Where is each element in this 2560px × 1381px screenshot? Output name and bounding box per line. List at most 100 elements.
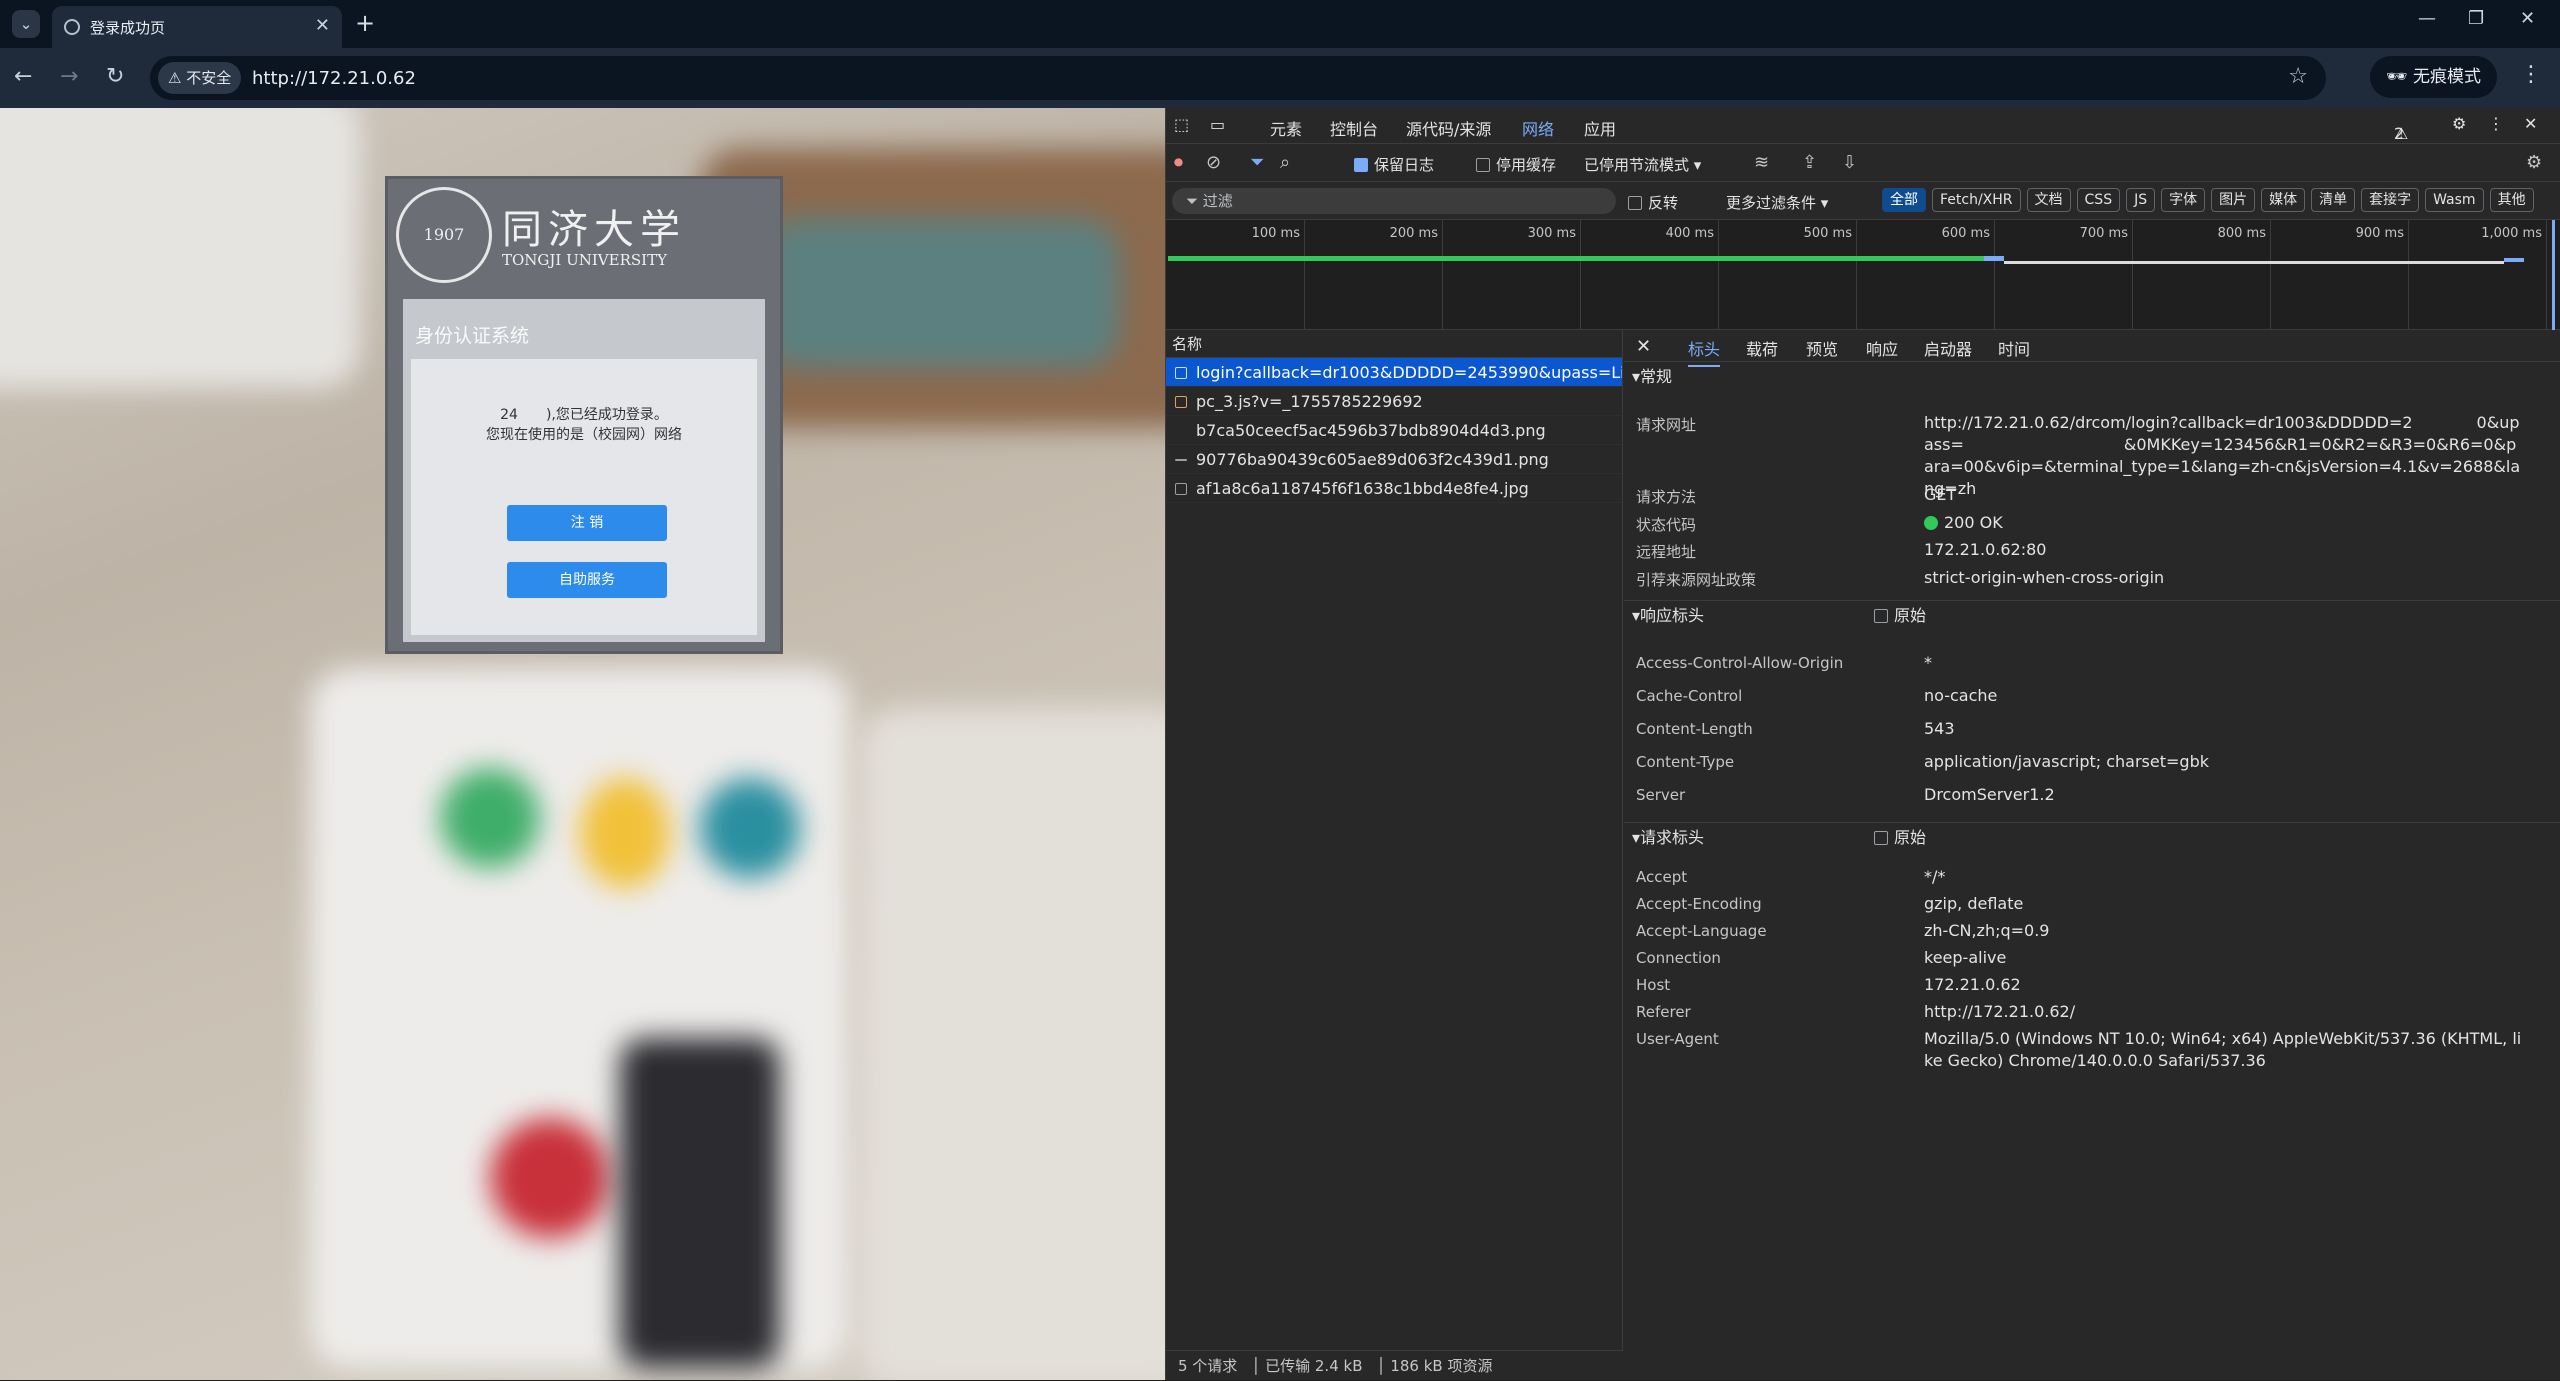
request-name: login?callback=dr1003&DDDDD=2453990&upas… — [1196, 363, 1622, 382]
detail-tab-timing[interactable]: 时间 — [1998, 336, 2030, 360]
type-filter-css[interactable]: CSS — [2076, 188, 2121, 212]
reload-icon[interactable]: ↻ — [106, 64, 124, 89]
bookmark-star-icon[interactable]: ☆ — [2288, 64, 2308, 89]
preserve-log-checkbox[interactable] — [1354, 158, 1368, 172]
name-column-header[interactable]: 名称 — [1166, 330, 1622, 358]
forward-icon[interactable]: → — [60, 64, 78, 89]
restore-icon[interactable]: ❐ — [2468, 8, 2484, 29]
type-filter-all[interactable]: 全部 — [1882, 188, 1926, 212]
request-row[interactable]: b7ca50ceecf5ac4596b37bdb8904d4d3.png — [1166, 416, 1622, 445]
close-detail-icon[interactable]: ✕ — [1636, 336, 1651, 357]
header-key: Referer — [1636, 1003, 1691, 1021]
paper-decoration — [860, 708, 1165, 1380]
inspect-element-icon[interactable]: ⬚ — [1174, 115, 1189, 134]
remote-address-value: 172.21.0.62:80 — [1924, 540, 2047, 559]
type-filter-img[interactable]: 图片 — [2211, 188, 2256, 212]
search-icon[interactable]: ⌕ — [1280, 152, 1290, 173]
record-icon[interactable]: ⏺ — [1174, 152, 1183, 173]
omnibox[interactable]: ⚠ 不安全 http://172.21.0.62 ☆ — [150, 56, 2326, 100]
browser-tab[interactable]: 登录成功页 ✕ — [52, 6, 342, 48]
header-value: 543 — [1924, 719, 1955, 738]
incognito-icon: 🕶 — [2386, 67, 2413, 87]
import-har-icon[interactable]: ⇪ — [1802, 152, 1817, 173]
preserve-log-label: 保留日志 — [1374, 156, 1435, 174]
export-har-icon[interactable]: ⇩ — [1842, 152, 1857, 173]
raw-toggle[interactable]: 原始 — [1874, 823, 1926, 853]
disable-cache-checkbox[interactable] — [1476, 158, 1490, 172]
preserve-log-toggle[interactable]: 保留日志 — [1354, 154, 1434, 175]
tab-sources[interactable]: 源代码/来源 — [1406, 116, 1491, 140]
raw-checkbox[interactable] — [1874, 831, 1888, 845]
timeline-overview[interactable]: 100 ms 200 ms 300 ms 400 ms 500 ms 600 m… — [1166, 220, 2560, 330]
back-icon[interactable]: ← — [14, 64, 32, 89]
request-row[interactable]: pc_3.js?v=_1755785229692 — [1166, 387, 1622, 416]
security-chip[interactable]: ⚠ 不安全 — [158, 62, 242, 94]
more-filters-dropdown[interactable]: 更多过滤条件 ▾ — [1726, 192, 1828, 213]
disable-cache-label: 停用缓存 — [1496, 156, 1557, 174]
header-key: Accept-Encoding — [1636, 895, 1762, 913]
minimize-icon[interactable]: — — [2418, 8, 2436, 29]
globe-icon — [64, 19, 80, 35]
tab-elements[interactable]: 元素 — [1270, 116, 1302, 140]
type-filter-doc[interactable]: 文档 — [2026, 188, 2071, 212]
resources-size: 186 kB 项资源 — [1390, 1357, 1493, 1375]
network-conditions-icon[interactable]: ≋ — [1754, 152, 1769, 173]
url-text[interactable]: http://172.21.0.62 — [252, 68, 416, 89]
close-tab-icon[interactable]: ✕ — [315, 15, 330, 36]
detail-tab-response[interactable]: 响应 — [1866, 336, 1898, 360]
header-key: Accept-Language — [1636, 922, 1767, 940]
network-settings-icon[interactable]: ⚙ — [2526, 152, 2542, 173]
devtools-menu-icon[interactable]: ⋮ — [2488, 114, 2504, 133]
request-row[interactable]: af1a8c6a118745f6f1638c1bbd4e8fe4.jpg — [1166, 474, 1622, 503]
general-section-header[interactable]: ▾常规 — [1624, 362, 2560, 392]
invert-toggle[interactable]: 反转 — [1628, 192, 1678, 213]
filter-input[interactable]: ⏷ 过滤 — [1172, 188, 1616, 214]
raw-checkbox[interactable] — [1874, 609, 1888, 623]
university-seal-icon: 1907 — [396, 187, 492, 283]
type-filter-fetch[interactable]: Fetch/XHR — [1932, 188, 2021, 212]
detail-tab-payload[interactable]: 载荷 — [1746, 336, 1778, 360]
type-filter-manifest[interactable]: 清单 — [2311, 188, 2356, 212]
disable-cache-toggle[interactable]: 停用缓存 — [1476, 154, 1556, 175]
raw-toggle[interactable]: 原始 — [1874, 601, 1926, 631]
header-value: 172.21.0.62 — [1924, 975, 2021, 994]
settings-gear-icon[interactable]: ⚙ — [2452, 114, 2466, 133]
new-tab-icon[interactable]: + — [355, 9, 375, 37]
header-key: User-Agent — [1636, 1030, 1719, 1048]
type-filter-media[interactable]: 媒体 — [2261, 188, 2306, 212]
type-filter-wasm[interactable]: Wasm — [2425, 188, 2484, 212]
detail-tab-initiator[interactable]: 启动器 — [1924, 336, 1972, 360]
type-filter-js[interactable]: JS — [2126, 188, 2156, 212]
filter-icon[interactable]: ⏷ — [1250, 152, 1264, 173]
incognito-badge[interactable]: 🕶 无痕模式 — [2370, 56, 2497, 98]
close-devtools-icon[interactable]: ✕ — [2524, 114, 2537, 133]
tab-console[interactable]: 控制台 — [1330, 116, 1378, 140]
browser-menu-icon[interactable]: ⋮ — [2520, 62, 2542, 87]
invert-checkbox[interactable] — [1628, 196, 1642, 210]
timeline-gridline — [1718, 220, 1719, 330]
timeline-gridline — [1304, 220, 1305, 330]
referrer-policy-value: strict-origin-when-cross-origin — [1924, 568, 2165, 587]
logout-button[interactable]: 注 销 — [507, 505, 667, 541]
header-key: Server — [1636, 786, 1686, 804]
tab-search-icon[interactable]: ⌄ — [12, 10, 40, 38]
response-headers-section-header[interactable]: ▾响应标头 原始 — [1624, 600, 2560, 630]
type-filter-socket[interactable]: 套接字 — [2361, 188, 2420, 212]
throttling-select[interactable]: 已停用节流模式 ▾ — [1584, 154, 1701, 175]
type-filter-other[interactable]: 其他 — [2489, 188, 2534, 212]
detail-tab-preview[interactable]: 预览 — [1806, 336, 1838, 360]
tab-application[interactable]: 应用 — [1584, 116, 1616, 140]
close-window-icon[interactable]: ✕ — [2520, 8, 2535, 29]
funnel-icon: ⏷ — [1186, 192, 1203, 210]
address-bar-row: ← → ↻ ⚠ 不安全 http://172.21.0.62 ☆ 🕶 无痕模式 … — [0, 48, 2560, 108]
request-row[interactable]: login?callback=dr1003&DDDDD=2453990&upas… — [1166, 358, 1622, 387]
request-row[interactable]: 90776ba90439c605ae89d063f2c439d1.png — [1166, 445, 1622, 474]
keyboard-decoration — [0, 108, 360, 388]
timeline-tick: 900 ms — [2355, 226, 2404, 241]
self-service-button[interactable]: 自助服务 — [507, 562, 667, 598]
device-toolbar-icon[interactable]: ▭ — [1210, 115, 1225, 134]
request-headers-section-header[interactable]: ▾请求标头 原始 — [1624, 822, 2560, 852]
clear-icon[interactable]: ⊘ — [1206, 152, 1221, 173]
type-filter-font[interactable]: 字体 — [2161, 188, 2206, 212]
timeline-gridline — [2132, 220, 2133, 330]
